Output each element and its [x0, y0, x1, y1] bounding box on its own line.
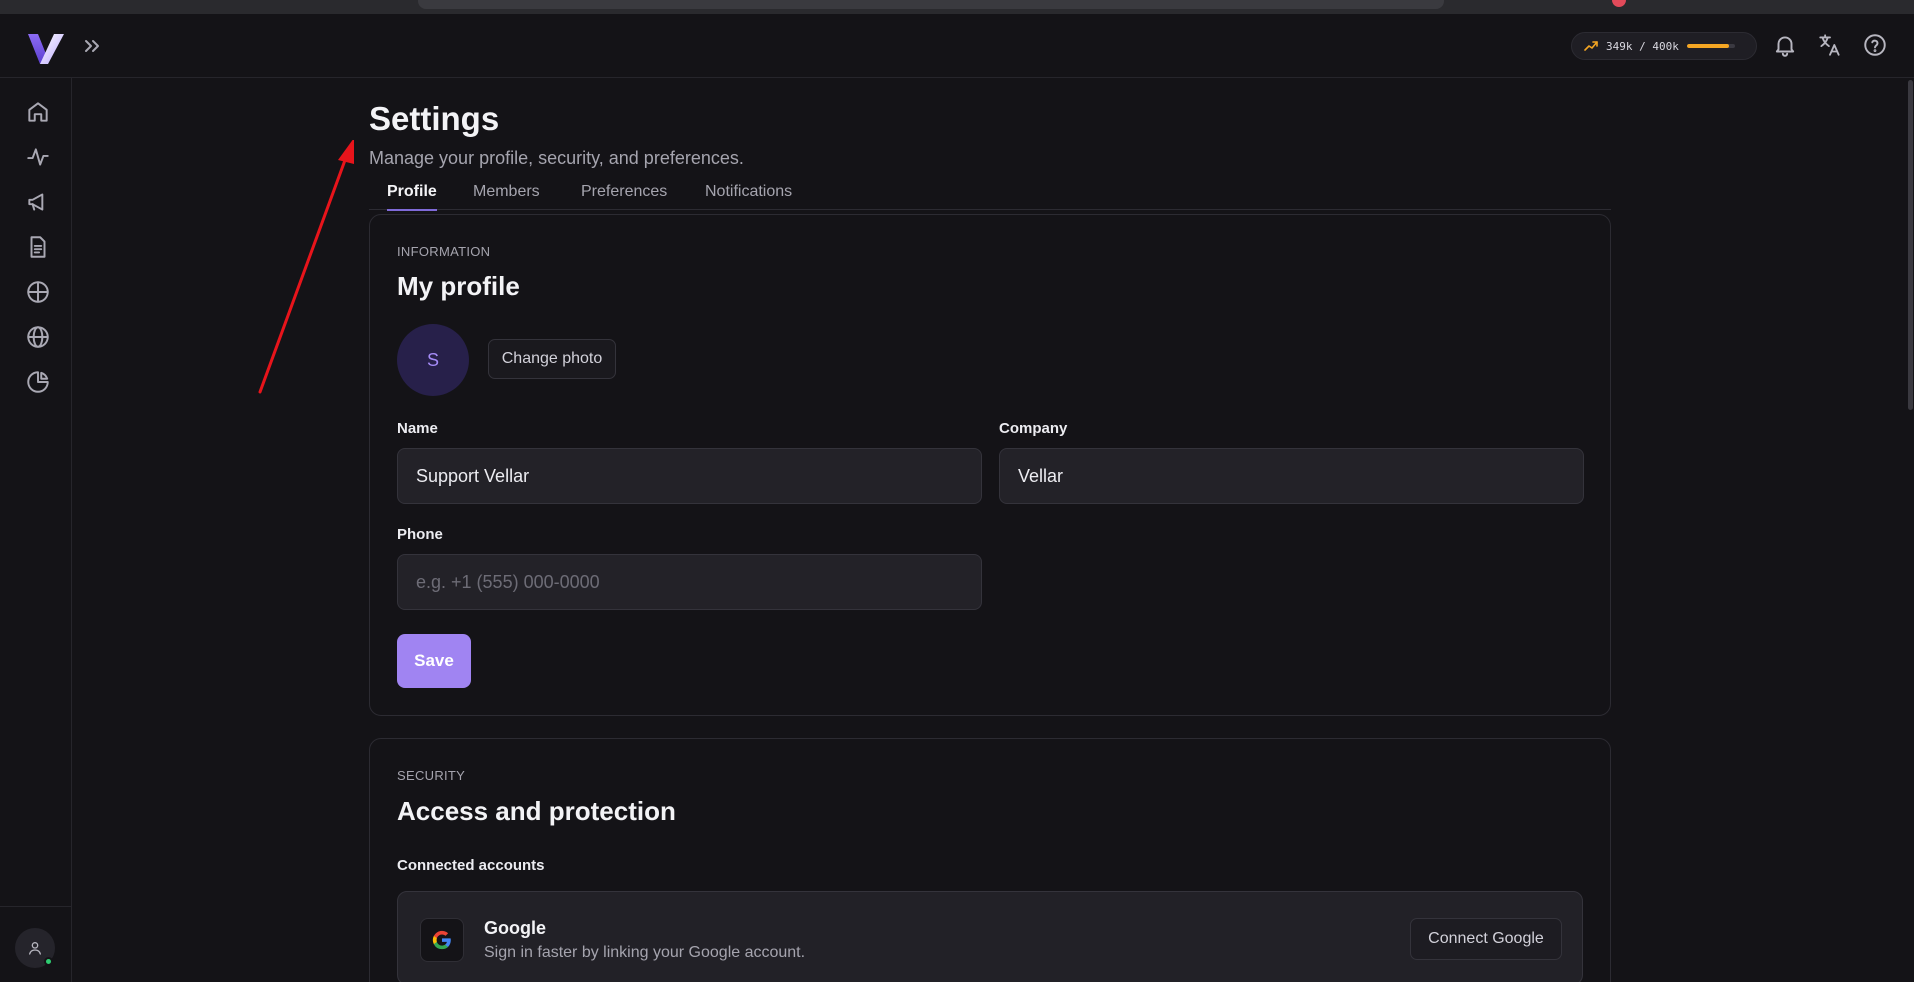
google-icon — [420, 918, 464, 962]
tab-profile[interactable]: Profile — [387, 174, 437, 211]
google-description: Sign in faster by linking your Google ac… — [484, 944, 806, 961]
home-icon[interactable] — [25, 99, 51, 125]
profile-eyebrow: INFORMATION — [397, 244, 491, 259]
tab-members[interactable]: Members — [473, 174, 540, 210]
trend-icon — [1584, 41, 1598, 51]
browser-chrome — [0, 0, 1914, 14]
crosshair-icon[interactable] — [25, 279, 51, 305]
phone-field[interactable]: e.g. +1 (555) 000-0000 — [397, 554, 982, 610]
profile-card: INFORMATION My profile S Change photo Na… — [369, 214, 1611, 716]
company-label: Company — [999, 420, 1068, 437]
security-card: SECURITY Access and protection Connected… — [369, 738, 1611, 982]
phone-label: Phone — [397, 526, 443, 543]
sidebar-divider — [0, 906, 72, 907]
google-name: Google — [484, 918, 546, 938]
page-scrollbar[interactable] — [1908, 80, 1913, 410]
activity-icon[interactable] — [25, 144, 51, 170]
security-eyebrow: SECURITY — [397, 768, 466, 783]
globe-icon[interactable] — [25, 324, 51, 350]
settings-tabs: Profile Members Preferences Notification… — [369, 174, 1611, 211]
translate-icon[interactable] — [1817, 32, 1843, 58]
security-title: Access and protection — [397, 796, 676, 826]
google-account-row: Google Sign in faster by linking your Go… — [397, 891, 1583, 982]
user-avatar[interactable] — [15, 928, 55, 968]
top-bar: 349k / 400k — [0, 14, 1914, 78]
name-field[interactable]: Support Vellar — [397, 448, 982, 504]
company-field[interactable]: Vellar — [999, 448, 1584, 504]
bell-icon[interactable] — [1772, 32, 1798, 58]
usage-bar — [1686, 44, 1735, 48]
change-photo-button[interactable]: Change photo — [488, 339, 616, 379]
online-status-dot — [44, 957, 53, 966]
user-icon — [29, 942, 41, 955]
connected-accounts-label: Connected accounts — [397, 857, 545, 874]
connect-google-button[interactable]: Connect Google — [1410, 918, 1562, 960]
usage-meter[interactable]: 349k / 400k — [1571, 32, 1757, 60]
save-button[interactable]: Save — [397, 634, 471, 688]
browser-address-bar[interactable] — [418, 0, 1444, 9]
page-title: Settings — [369, 100, 500, 137]
browser-tab-indicator — [1612, 0, 1626, 7]
usage-bar-fill — [1686, 44, 1729, 48]
profile-avatar: S — [397, 324, 469, 396]
annotation-arrow — [258, 140, 354, 394]
logo-icon[interactable] — [26, 30, 66, 66]
sidebar — [0, 78, 72, 982]
tab-notifications[interactable]: Notifications — [705, 174, 792, 210]
expand-icon[interactable] — [80, 34, 104, 58]
pie-chart-icon[interactable] — [25, 369, 51, 395]
name-label: Name — [397, 420, 438, 437]
help-icon[interactable] — [1862, 32, 1888, 58]
megaphone-icon[interactable] — [25, 189, 51, 215]
document-icon[interactable] — [25, 234, 51, 260]
profile-title: My profile — [397, 271, 520, 301]
tab-preferences[interactable]: Preferences — [581, 174, 667, 210]
page-subtitle: Manage your profile, security, and prefe… — [369, 148, 744, 168]
usage-text: 349k / 400k — [1606, 39, 1679, 53]
